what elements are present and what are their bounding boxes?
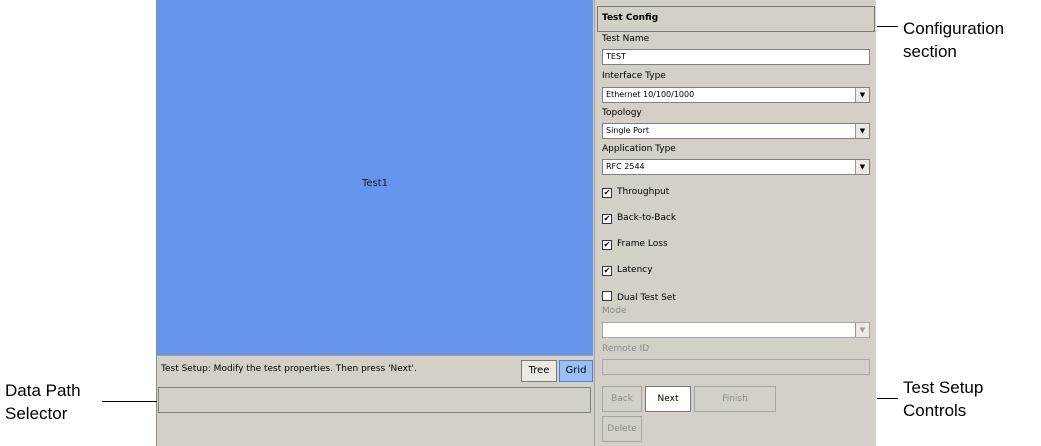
check-icon[interactable]: ✔ bbox=[602, 214, 612, 224]
chevron-down-icon[interactable]: ▼ bbox=[855, 323, 869, 337]
application-type-label: Application Type bbox=[602, 144, 676, 154]
configuration-callout-line2: section bbox=[903, 42, 957, 61]
check-icon[interactable]: ✔ bbox=[602, 188, 612, 198]
topology-value: Single Port bbox=[606, 126, 649, 135]
test-setup-callout-line1: Test Setup bbox=[903, 378, 984, 397]
remote-id-input[interactable] bbox=[602, 359, 870, 375]
throughput-checkbox[interactable]: ✔ Throughput bbox=[602, 187, 669, 198]
application-type-value: RFC 2544 bbox=[606, 162, 645, 171]
interface-type-label: Interface Type bbox=[602, 71, 666, 81]
unchecked-box-icon[interactable] bbox=[602, 291, 612, 301]
delete-button[interactable]: Delete bbox=[602, 416, 642, 442]
data-path-selector[interactable] bbox=[158, 387, 591, 413]
test-setup-callout: Test Setup Controls bbox=[903, 376, 983, 422]
test-setup-callout-line2: Controls bbox=[903, 401, 967, 420]
check-icon[interactable]: ✔ bbox=[602, 240, 612, 250]
data-path-callout-line2: Selector bbox=[5, 404, 68, 423]
finish-button[interactable]: Finish bbox=[694, 386, 776, 412]
throughput-label: Throughput bbox=[617, 187, 670, 197]
config-panel-header: Test Config bbox=[597, 6, 875, 32]
mode-label: Mode bbox=[602, 306, 627, 316]
test-node-label[interactable]: Test1 bbox=[157, 178, 593, 189]
data-path-callout: Data Path Selector bbox=[5, 379, 81, 425]
data-path-callout-line bbox=[102, 401, 157, 402]
topology-label: Topology bbox=[602, 108, 642, 118]
back-to-back-label: Back-to-Back bbox=[617, 213, 677, 223]
application-type-select[interactable]: RFC 2544 ▼ bbox=[602, 159, 870, 175]
latency-checkbox[interactable]: ✔ Latency bbox=[602, 265, 653, 276]
chevron-down-icon[interactable]: ▼ bbox=[855, 124, 869, 138]
data-path-callout-line1: Data Path bbox=[5, 381, 81, 400]
next-button[interactable]: Next bbox=[645, 386, 691, 412]
back-to-back-checkbox[interactable]: ✔ Back-to-Back bbox=[602, 213, 676, 224]
tab-tree[interactable]: Tree bbox=[521, 360, 557, 382]
interface-type-select[interactable]: Ethernet 10/100/1000 ▼ bbox=[602, 87, 870, 103]
back-button[interactable]: Back bbox=[602, 386, 642, 412]
tab-grid[interactable]: Grid bbox=[559, 360, 593, 382]
configuration-callout: Configuration section bbox=[903, 17, 1004, 63]
interface-type-value: Ethernet 10/100/1000 bbox=[606, 90, 695, 99]
configuration-callout-line bbox=[877, 26, 898, 27]
chevron-down-icon[interactable]: ▼ bbox=[855, 88, 869, 102]
remote-id-label: Remote ID bbox=[602, 344, 650, 354]
configuration-callout-line1: Configuration bbox=[903, 19, 1005, 38]
latency-label: Latency bbox=[617, 265, 653, 275]
dual-test-set-label: Dual Test Set bbox=[617, 293, 676, 303]
frame-loss-label: Frame Loss bbox=[617, 239, 668, 249]
frame-loss-checkbox[interactable]: ✔ Frame Loss bbox=[602, 239, 668, 250]
check-icon[interactable]: ✔ bbox=[602, 266, 612, 276]
test-setup-callout-line bbox=[877, 398, 898, 399]
mode-select[interactable]: ▼ bbox=[602, 322, 870, 338]
test-name-input[interactable]: TEST bbox=[602, 49, 870, 65]
chevron-down-icon[interactable]: ▼ bbox=[855, 160, 869, 174]
status-message: Test Setup: Modify the test properties. … bbox=[161, 364, 417, 374]
topology-select[interactable]: Single Port ▼ bbox=[602, 123, 870, 139]
dual-test-set-checkbox[interactable]: Dual Test Set bbox=[602, 291, 676, 303]
test-name-label: Test Name bbox=[602, 34, 650, 44]
bottom-strip bbox=[157, 414, 593, 446]
